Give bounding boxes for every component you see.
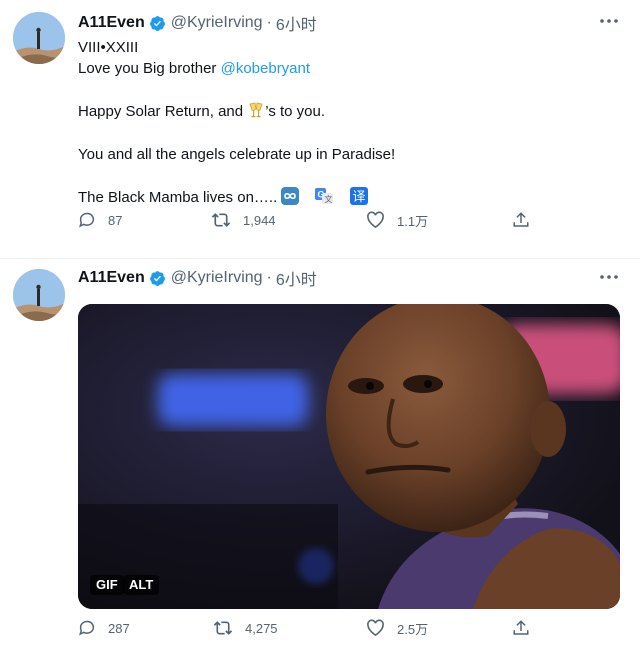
gif-frame-image — [78, 304, 620, 609]
reply-count: 287 — [108, 620, 130, 636]
tweet-2[interactable]: A11Even @KyrieIrving · 6小时 GIF ALT 287 4… — [0, 258, 640, 668]
tweet-line-text: ’s to you. — [265, 103, 326, 120]
retweet-button[interactable]: 4,275 — [213, 619, 278, 637]
like-button[interactable]: 1.1万 — [366, 211, 428, 230]
heart-icon — [367, 211, 384, 229]
clinking-glasses-emoji-icon — [249, 102, 263, 118]
svg-text:译: 译 — [352, 190, 365, 205]
share-icon — [513, 620, 529, 635]
tweet-timestamp[interactable]: 6小时 — [276, 266, 317, 290]
gif-media[interactable]: GIF ALT — [78, 304, 620, 609]
retweet-count: 4,275 — [245, 620, 278, 636]
tweet-line: The Black Mamba lives on….. G 文 译 — [78, 187, 395, 209]
share-button[interactable] — [512, 211, 542, 229]
translate-icon[interactable]: G 文 — [314, 187, 334, 205]
tweet-1[interactable]: A11Even @KyrieIrving · 6小时 VIII•XXIII Lo… — [0, 0, 640, 259]
reply-count: 87 — [108, 212, 123, 228]
verified-badge-icon — [149, 270, 165, 286]
reply-button[interactable]: 87 — [78, 211, 122, 229]
reply-icon — [79, 620, 95, 636]
author-handle[interactable]: @KyrieIrving — [171, 269, 263, 287]
retweet-icon — [213, 621, 233, 635]
separator-dot: · — [266, 14, 272, 31]
heart-icon — [367, 619, 384, 637]
more-options-icon[interactable] — [598, 270, 620, 284]
tweet-timestamp[interactable]: 6小时 — [276, 11, 317, 35]
mention-link[interactable]: @kobebryant — [221, 60, 310, 77]
separator-dot: · — [266, 269, 272, 286]
svg-text:文: 文 — [324, 194, 332, 204]
author-handle[interactable]: @KyrieIrving — [171, 14, 263, 32]
avatar[interactable] — [13, 12, 65, 64]
avatar[interactable] — [13, 269, 65, 321]
like-count: 2.5万 — [397, 621, 429, 637]
alt-text-badge[interactable]: ALT — [123, 575, 160, 595]
tweet-header: A11Even @KyrieIrving · 6小时 — [78, 267, 317, 289]
more-options-icon[interactable] — [598, 14, 620, 28]
verified-badge-icon — [149, 15, 165, 31]
tweet-header: A11Even @KyrieIrving · 6小时 — [78, 12, 317, 34]
retweet-count: 1,944 — [243, 212, 276, 228]
author-name[interactable]: A11Even — [78, 14, 145, 32]
author-name[interactable]: A11Even — [78, 269, 145, 287]
reply-icon — [79, 212, 95, 228]
reply-button[interactable]: 287 — [78, 619, 130, 637]
like-count: 1.1万 — [397, 213, 429, 229]
tweet-line: VIII•XXIII — [78, 39, 139, 56]
translate-zh-icon[interactable]: 译 — [349, 187, 368, 205]
share-icon — [513, 212, 529, 227]
tweet-line-text: Love you Big brother — [78, 59, 221, 77]
tweet-line: Happy Solar Return, and ’s to you. — [78, 101, 395, 123]
infinity-emoji-icon — [281, 187, 300, 205]
tweet-text: VIII•XXIII Love you Big brother @kobebry… — [78, 38, 395, 209]
tweet-line: Love you Big brother @kobebryant — [78, 59, 395, 80]
retweet-icon — [211, 213, 231, 227]
tweet-line-text: The Black Mamba lives on….. — [78, 189, 278, 206]
like-button[interactable]: 2.5万 — [366, 619, 428, 638]
retweet-button[interactable]: 1,944 — [211, 211, 276, 229]
tweet-line: You and all the angels celebrate up in P… — [78, 145, 396, 163]
tweet-line-text: Happy Solar Return, and — [78, 103, 248, 120]
gif-badge: GIF — [90, 575, 124, 595]
share-button[interactable] — [512, 619, 542, 637]
